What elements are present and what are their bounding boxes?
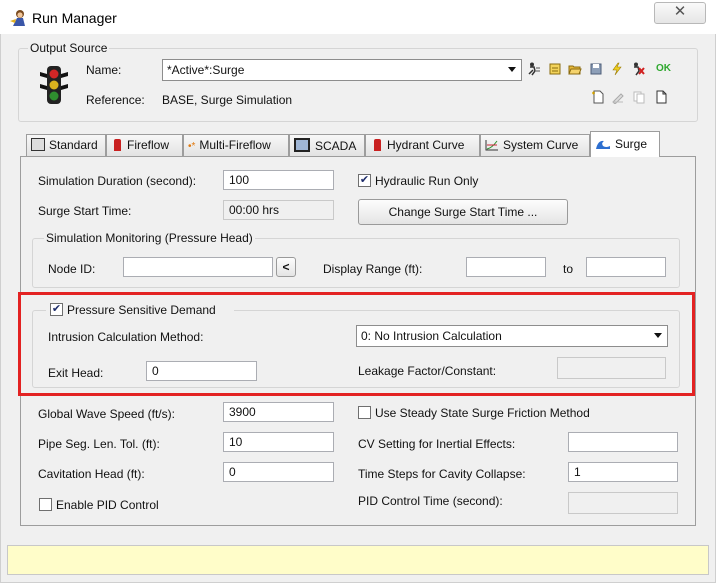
name-label: Name: [86, 63, 122, 77]
surge-start-value: 00:00 hrs [229, 203, 280, 217]
tab-multi-fireflow[interactable]: •* Multi-Fireflow [183, 134, 289, 156]
steady-friction-label: Use Steady State Surge Friction Method [375, 406, 590, 420]
tab-fireflow-label: Fireflow [127, 138, 170, 152]
edit-notes-icon[interactable] [548, 62, 562, 76]
change-surge-start-button[interactable]: Change Surge Start Time ... [358, 199, 568, 225]
chevron-left-icon: < [282, 260, 290, 274]
hydraulic-run-only-checkbox[interactable]: ✔ [358, 174, 371, 187]
tab-hydrant-curve-label: Hydrant Curve [387, 138, 465, 152]
open-folder-icon[interactable] [568, 62, 582, 76]
traffic-light-icon [40, 66, 68, 104]
cavitation-head-label: Cavitation Head (ft): [38, 467, 145, 481]
reference-value: BASE, Surge Simulation [162, 93, 293, 107]
tab-surge-label: Surge [615, 137, 648, 151]
tab-system-curve[interactable]: System Curve [480, 134, 590, 156]
multi-fireflow-icon: •* [188, 141, 196, 152]
tab-standard[interactable]: Standard [26, 134, 106, 156]
close-icon: ✕ [673, 3, 687, 20]
node-id-picker-button[interactable]: < [276, 257, 296, 277]
tab-scada-label: SCADA [315, 139, 357, 153]
tab-multi-fireflow-label: Multi-Fireflow [199, 138, 271, 152]
hydrant-icon [114, 139, 121, 151]
display-range-max-field[interactable] [586, 257, 666, 277]
change-surge-start-label: Change Surge Start Time ... [388, 205, 538, 219]
stop-runner-icon[interactable] [631, 62, 645, 76]
runner-icon[interactable] [527, 62, 541, 76]
node-id-label: Node ID: [48, 262, 96, 276]
cv-setting-field[interactable] [568, 432, 678, 452]
hydraulic-run-only-label: Hydraulic Run Only [375, 174, 479, 188]
pipe-seg-label: Pipe Seg. Len. Tol. (ft): [38, 437, 160, 451]
pipe-seg-field[interactable]: 10 [223, 432, 334, 452]
hydrant-icon [374, 139, 381, 151]
save-icon[interactable] [589, 62, 603, 76]
time-steps-field[interactable]: 1 [568, 462, 678, 482]
sim-duration-field[interactable]: 100 [223, 170, 334, 190]
status-bar [7, 545, 709, 575]
display-range-label: Display Range (ft): [323, 262, 423, 276]
pid-time-field [568, 492, 678, 514]
pid-time-label: PID Control Time (second): [358, 494, 503, 508]
display-range-min-field[interactable] [466, 257, 546, 277]
chart-icon [485, 140, 498, 151]
surge-start-label: Surge Start Time: [38, 204, 132, 218]
tab-hydrant-curve[interactable]: Hydrant Curve [365, 134, 480, 156]
wave-icon [596, 140, 610, 149]
tab-surge[interactable]: Surge [590, 131, 660, 157]
output-name-dropdown[interactable]: *Active*:Surge [162, 59, 522, 81]
tab-standard-label: Standard [49, 138, 98, 152]
tab-scada[interactable]: SCADA [289, 134, 365, 156]
simulation-monitoring-legend: Simulation Monitoring (Pressure Head) [44, 231, 255, 245]
tab-system-curve-label: System Curve [503, 138, 579, 152]
edit-document-icon [612, 93, 624, 104]
cavitation-head-field[interactable]: 0 [223, 462, 334, 482]
copy-document-icon [633, 91, 645, 104]
reference-label: Reference: [86, 93, 145, 107]
highlight-rectangle [18, 292, 695, 396]
wave-speed-label: Global Wave Speed (ft/s): [38, 407, 175, 421]
tab-fireflow[interactable]: Fireflow [106, 134, 183, 156]
run-manager-icon [10, 10, 25, 26]
sim-duration-label: Simulation Duration (second): [38, 174, 197, 188]
window-title: Run Manager [32, 10, 117, 26]
output-name-value: *Active*:Surge [167, 63, 245, 77]
ok-button[interactable]: OK [656, 63, 671, 74]
cv-setting-label: CV Setting for Inertial Effects: [358, 437, 516, 451]
wave-speed-field[interactable]: 3900 [223, 402, 334, 422]
enable-pid-checkbox[interactable] [39, 498, 52, 511]
time-steps-label: Time Steps for Cavity Collapse: [358, 467, 526, 481]
display-range-to-label: to [563, 262, 574, 276]
output-source-legend: Output Source [28, 41, 110, 55]
monitor-icon [294, 138, 310, 152]
new-document-icon[interactable] [591, 90, 605, 104]
chevron-down-icon [508, 67, 516, 72]
enable-pid-label: Enable PID Control [56, 498, 159, 512]
calculator-icon [31, 138, 45, 151]
node-id-field[interactable] [123, 257, 273, 277]
document-icon[interactable] [654, 90, 668, 104]
steady-friction-checkbox[interactable] [358, 406, 371, 419]
close-button[interactable]: ✕ [654, 2, 706, 24]
lightning-icon[interactable] [610, 62, 624, 76]
surge-start-field: 00:00 hrs [223, 200, 334, 220]
